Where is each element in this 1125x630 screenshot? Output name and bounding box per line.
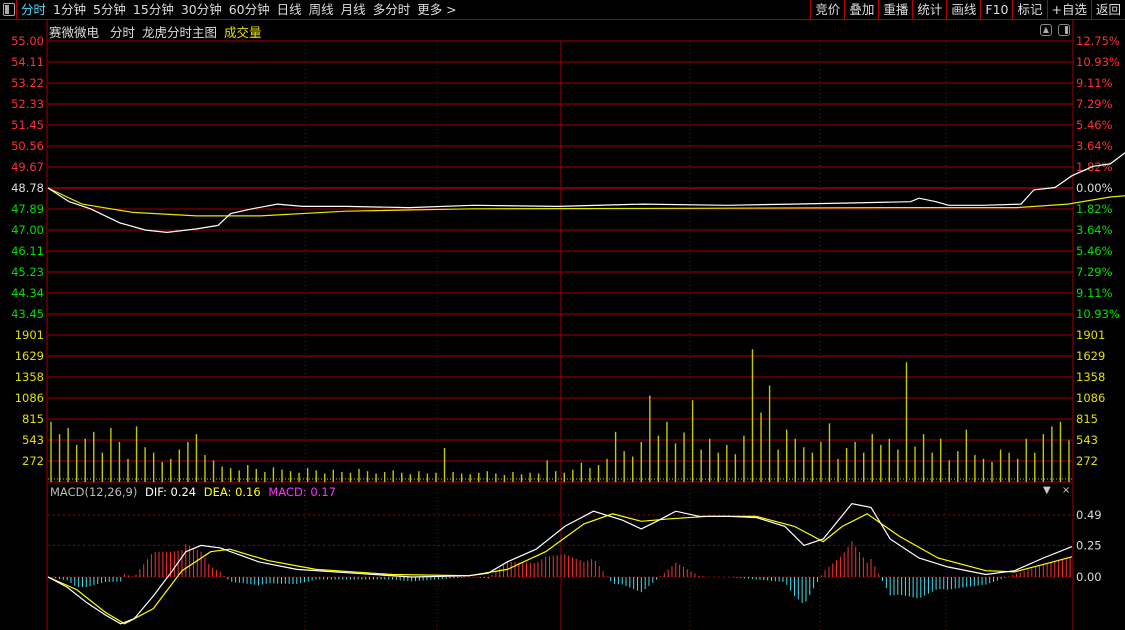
price-axis-label: 47.89 [11,202,44,216]
percent-axis-label: 9.11% [1076,76,1113,90]
macd-axis-label: 0.25 [1076,538,1102,552]
percent-axis-label: 3.64% [1076,139,1113,153]
price-axis-label: 43.45 [11,307,44,321]
percent-axis-label: 7.29% [1076,97,1113,111]
price-axis-label: 49.67 [11,160,44,174]
price-axis-label: 50.56 [11,139,44,153]
macd-axis-label: 0.00 [1076,570,1102,584]
percent-axis-label: 7.29% [1076,265,1113,279]
price-axis-label: 53.22 [11,76,44,90]
price-axis-label: 54.11 [11,55,44,69]
price-axis-label: 45.23 [11,265,44,279]
volume-axis-label: 1629 [15,349,44,363]
dif-value: DIF: 0.24 [145,485,197,499]
price-axis-label: 55.00 [11,34,44,48]
volume-axis-label: 543 [1076,433,1098,447]
volume-axis-label: 272 [22,454,44,468]
percent-axis-label: 10.93% [1076,307,1120,321]
price-axis-label: 48.78 [11,181,44,195]
macd-legend: MACD(12,26,9) DIF: 0.24 DEA: 0.16 MACD: … [50,485,340,499]
close-icon[interactable]: × [1062,485,1070,496]
macd-axis-label: 0.49 [1076,508,1102,522]
volume-axis-label: 815 [1076,412,1098,426]
volume-axis-label: 1629 [1076,349,1105,363]
volume-axis-label: 1358 [15,370,44,384]
price-axis-label: 52.33 [11,97,44,111]
price-axis-label: 46.11 [11,244,44,258]
price-axis-label: 47.00 [11,223,44,237]
volume-axis-label: 1086 [1076,391,1105,405]
percent-axis-label: 3.64% [1076,223,1113,237]
volume-axis-label: 815 [22,412,44,426]
percent-axis-label: 0.00% [1076,181,1113,195]
volume-axis-label: 1901 [1076,328,1105,342]
macd-name[interactable]: MACD(12,26,9) [50,485,137,499]
dea-value: DEA: 0.16 [203,485,261,499]
percent-axis-label: 12.75% [1076,34,1120,48]
volume-axis-label: 1901 [15,328,44,342]
percent-axis-label: 9.11% [1076,286,1113,300]
price-line [47,152,1125,234]
volume-axis-label: 1358 [1076,370,1105,384]
percent-axis-label: 1.82% [1076,202,1113,216]
percent-axis-label: 5.46% [1076,244,1113,258]
volume-axis-label: 543 [22,433,44,447]
macd-controls: ▼ × [1043,485,1078,496]
percent-axis-label: 5.46% [1076,118,1113,132]
price-axis-label: 44.34 [11,286,44,300]
volume-axis-label: 1086 [15,391,44,405]
intraday-chart[interactable]: 55.00 12.75% 54.11 10.93% 53.22 9.11% 52.33 7.2… [0,0,1125,630]
collapse-icon[interactable]: ▼ [1043,485,1051,496]
percent-axis-label: 10.93% [1076,55,1120,69]
price-axis-label: 51.45 [11,118,44,132]
volume-axis-label: 272 [1076,454,1098,468]
macd-value: MACD: 0.17 [268,485,336,499]
